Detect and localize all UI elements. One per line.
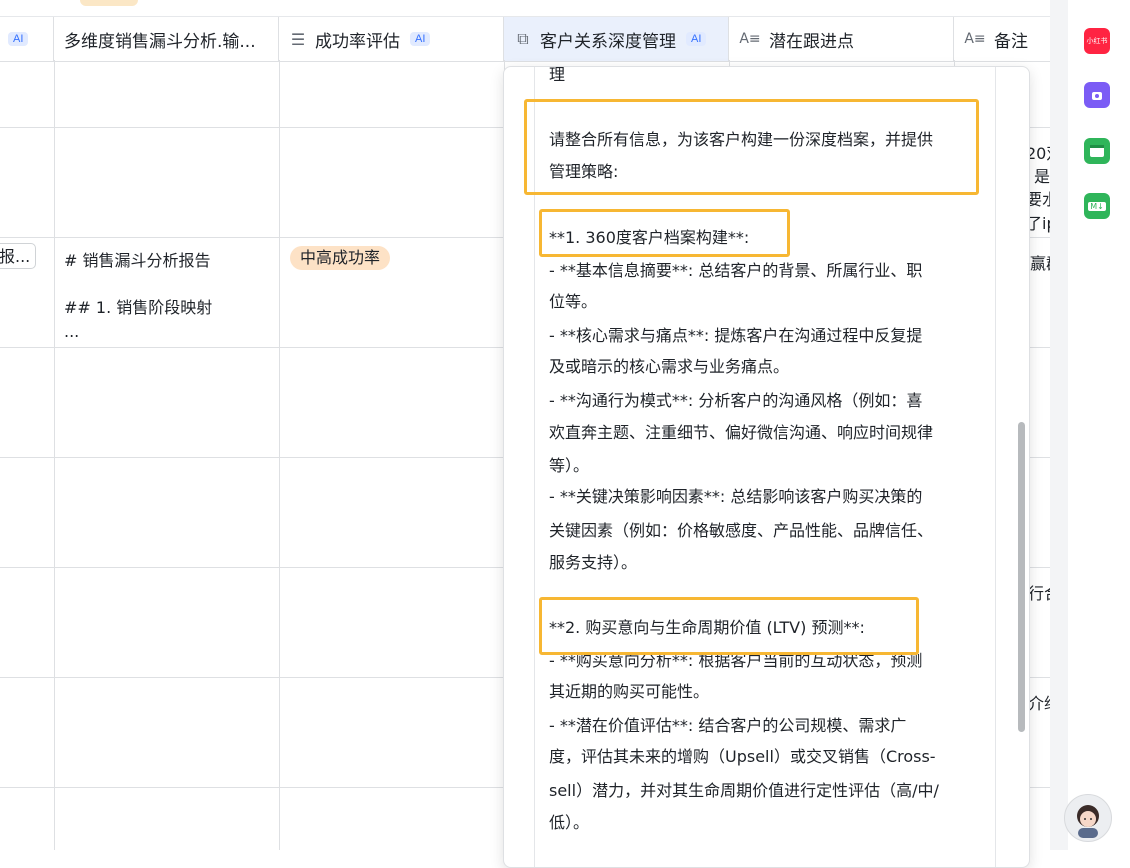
list-icon: ☰	[290, 29, 306, 49]
column-header-row: AI 多维度销售漏斗分析.输... ☰ 成功率评估 AI ⧉ 客户关系深度管理 …	[0, 16, 1050, 62]
funnel-report-subtitle: ## 1. 销售阶段映射	[64, 298, 213, 317]
highlight-box-section-2	[539, 597, 919, 655]
text-field-icon: A≡	[739, 31, 761, 47]
funnel-report-title: # 销售漏斗分析报告	[64, 251, 211, 270]
popup-text-line: sell）潜力，并对其生命周期价值进行定性评估（高/中/	[549, 781, 939, 800]
highlight-box-prompt	[524, 99, 979, 195]
popup-text-line: - **核心需求与痛点**: 提炼客户在沟通过程中反复提	[549, 326, 923, 345]
calendar-icon	[1090, 145, 1104, 157]
text-field-icon: A≡	[964, 31, 986, 47]
link-icon: ⧉	[517, 29, 529, 48]
popup-text-line: 关键因素（例如：价格敏感度、产品性能、品牌信任、	[549, 521, 934, 540]
popup-text-line: - **关键决策影响因素**: 总结影响该客户购买决策的	[549, 487, 923, 506]
popup-text-line: 及或暗示的核心需求与业务痛点。	[549, 357, 790, 376]
column-header-label: 客户关系深度管理	[540, 31, 676, 52]
column-header-label: 潜在跟进点	[769, 31, 854, 52]
popup-text-line: - **基本信息摘要**: 总结客户的背景、所属行业、职	[549, 261, 923, 280]
xiaohongshu-icon-label: 小红书	[1086, 37, 1108, 45]
column-header-funnel-analysis[interactable]: 多维度销售漏斗分析.输...	[54, 17, 279, 61]
popup-text-line: 理	[549, 66, 566, 84]
popup-text-line: 度，评估其未来的增购（Upsell）或交叉销售（Cross-	[549, 747, 936, 766]
column-header-customer-relationship[interactable]: ⧉ 客户关系深度管理 AI	[504, 17, 729, 61]
column-header-notes[interactable]: A≡ 备注	[954, 17, 1050, 61]
column-divider	[54, 60, 55, 850]
popup-text-line: - **潜在价值评估**: 结合客户的公司规模、需求广	[549, 716, 907, 735]
funnel-report-ellipsis: ...	[64, 322, 80, 341]
popup-text-line: 服务支持）。	[549, 553, 638, 572]
bag-icon	[1092, 92, 1102, 100]
notes-cell-clip: 行合	[1028, 584, 1050, 603]
popup-text-line: 等）。	[549, 456, 590, 475]
popup-text-line: 位等。	[549, 292, 598, 311]
notes-cell-clip: 是	[1034, 167, 1050, 186]
popup-text-line: 欢直奔主题、注重细节、偏好微信沟通、响应时间规律	[549, 423, 934, 442]
popup-text-line: 低）。	[549, 813, 590, 832]
notes-cell-clip: 介绍	[1028, 694, 1050, 713]
column-header-success-rate[interactable]: ☰ 成功率评估 AI	[279, 17, 504, 61]
top-color-chip	[80, 0, 138, 6]
markdown-app-icon[interactable]: M↓	[1084, 193, 1110, 219]
popup-text-line: - **沟通行为模式**: 分析客户的沟通风格（例如：喜	[549, 391, 923, 410]
assistant-avatar[interactable]	[1064, 794, 1112, 842]
row-expand-button[interactable]: 报...	[0, 243, 36, 269]
popup-scrollbar[interactable]	[1018, 422, 1025, 732]
notes-cell-clip: 赢群	[1030, 254, 1050, 273]
popup-text-line: 其近期的购买可能性。	[549, 682, 710, 701]
sidebar-rail	[1050, 0, 1068, 850]
column-header-label: 备注	[994, 31, 1028, 52]
highlight-box-section-1	[539, 209, 790, 257]
column-header-followup-points[interactable]: A≡ 潜在跟进点	[729, 17, 954, 61]
avatar-icon	[1077, 805, 1099, 838]
plugin-icon[interactable]	[1084, 82, 1110, 108]
right-sidebar	[1068, 0, 1130, 850]
expanded-cell-popup[interactable]: 理 请整合所有信息，为该客户构建一份深度档案，并提供 管理策略: **1. 36…	[503, 66, 1030, 868]
column-header-label: 成功率评估	[315, 31, 400, 52]
markdown-icon-label: M↓	[1088, 201, 1106, 211]
ai-badge: AI	[8, 32, 29, 46]
column-divider	[279, 60, 280, 850]
column-header-0[interactable]: AI	[0, 17, 54, 61]
column-header-label: 多维度销售漏斗分析.输...	[64, 31, 256, 52]
xiaohongshu-icon[interactable]: 小红书	[1084, 28, 1110, 54]
ai-badge: AI	[686, 32, 707, 46]
success-rate-tag[interactable]: 中高成功率	[290, 246, 391, 270]
calendar-app-icon[interactable]	[1084, 138, 1110, 164]
ai-badge: AI	[410, 32, 431, 46]
